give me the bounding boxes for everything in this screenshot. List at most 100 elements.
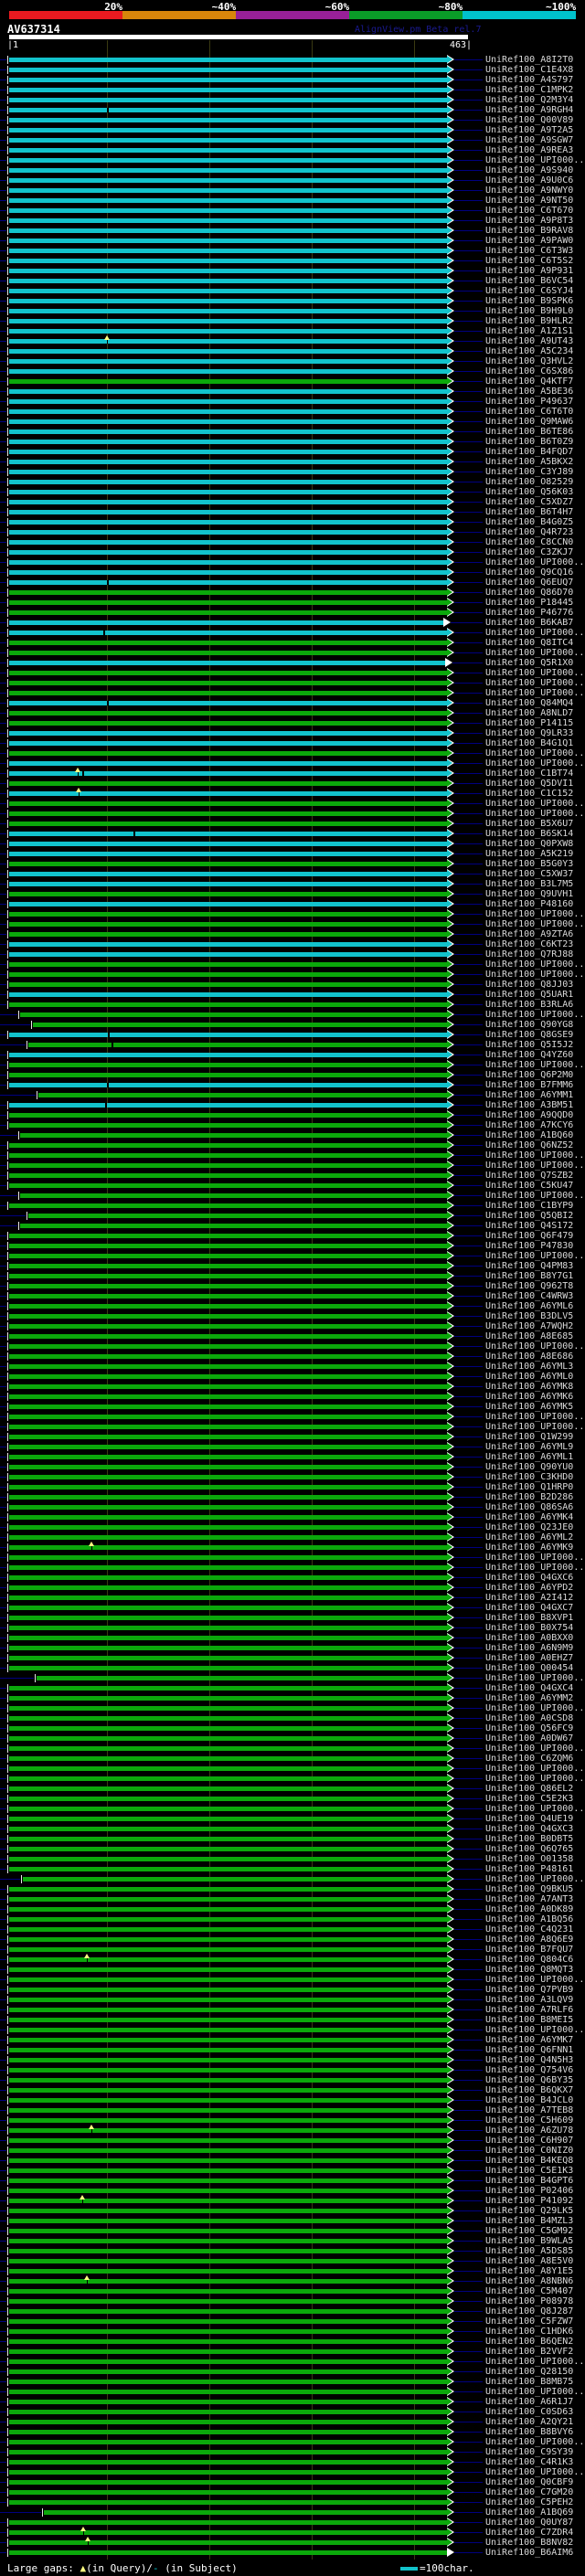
subject-line-right [454, 2170, 483, 2171]
subject-line-left [0, 1678, 34, 1679]
alignment-start-tick [7, 639, 8, 647]
arrow-right-fill [447, 840, 452, 847]
alignment-row: UniRef100_C6KT23 [0, 939, 585, 949]
subject-label: UniRef100_UPI000.. [485, 1060, 584, 1070]
alignment-start-tick [7, 2368, 8, 2376]
subject-line-left [0, 2180, 6, 2181]
alignment-row: UniRef100_A5K219 [0, 849, 585, 859]
subject-line-left [0, 773, 6, 774]
hit-bar [9, 2309, 448, 2314]
hit-bar [9, 1656, 448, 1660]
subject-line-left [0, 1266, 6, 1267]
alignment-row: UniRef100_UPI000.. [0, 1150, 585, 1161]
alignment-row: UniRef100_UPI000.. [0, 2467, 585, 2477]
subject-line-right [454, 1969, 483, 1970]
subject-line-right [454, 904, 483, 905]
subject-line-left [0, 1225, 17, 1226]
subject-line-left [0, 572, 6, 573]
alignment-row: UniRef100_A4S797 [0, 75, 585, 85]
alignment-start-tick [7, 1966, 8, 1974]
alignment-row: UniRef100_A9REA3 [0, 145, 585, 155]
subject-line-right [454, 1276, 483, 1277]
subject-line-left [0, 2331, 6, 2332]
hit-bar [9, 2460, 448, 2465]
subject-label: UniRef100_UPI000.. [485, 1161, 584, 1171]
alignment-start-tick [7, 729, 8, 737]
subject-label: UniRef100_UPI000.. [485, 1422, 584, 1432]
alignment-row: UniRef100_C6H907 [0, 2136, 585, 2146]
alignment-row: UniRef100_C6T3W3 [0, 246, 585, 256]
subject-line-left [0, 421, 6, 422]
subject-label: UniRef100_A0DK89 [485, 1904, 573, 1914]
arrow-right-fill [447, 1513, 452, 1521]
subject-line-left [0, 2251, 6, 2252]
alignment-start-tick [7, 739, 8, 747]
hit-bar [9, 1535, 448, 1540]
arrow-right-fill [447, 237, 452, 244]
alignment-row: UniRef100_Q4GXC6 [0, 1573, 585, 1583]
alignment-start-tick [7, 830, 8, 838]
alignment-row: UniRef100_A8E685 [0, 1331, 585, 1341]
alignment-start-tick [7, 1393, 8, 1401]
arrow-right-fill [447, 1081, 452, 1088]
arrow-right-fill [447, 1212, 452, 1219]
alignment-row: UniRef100_UPI000.. [0, 809, 585, 819]
arrow-right-fill [447, 1292, 452, 1299]
hit-bar [9, 2299, 448, 2304]
subject-line-left [0, 914, 6, 915]
hit-bar [9, 671, 448, 675]
subject-label: UniRef100_A4S797 [485, 75, 573, 85]
arrow-right-fill [447, 317, 452, 324]
subject-line-left [0, 230, 6, 231]
subject-label: UniRef100_A9ZTA6 [485, 929, 573, 939]
alignment-start-tick [7, 448, 8, 456]
subject-line-left [0, 1999, 6, 2000]
subject-label: UniRef100_Q4GXC4 [485, 1683, 573, 1693]
alignment-row: UniRef100_A6YMK8 [0, 1382, 585, 1392]
hit-bar [9, 661, 446, 665]
hit-bar [9, 2078, 448, 2083]
subject-gap-notch [107, 580, 109, 585]
arrow-right-fill [447, 2317, 452, 2325]
hit-bar [9, 1907, 448, 1912]
hit-bar [9, 1897, 448, 1902]
alignment-row: UniRef100_A3BM51 [0, 1100, 585, 1110]
subject-label: UniRef100_Q29LK5 [485, 2206, 573, 2216]
subject-line-left [0, 2512, 41, 2513]
alignment-start-tick [7, 2056, 8, 2064]
subject-line-right [454, 270, 483, 271]
arrow-right-fill [447, 1141, 452, 1149]
alignment-row: UniRef100_B4KEQ8 [0, 2156, 585, 2166]
subject-line-left [0, 602, 6, 603]
alignment-row: UniRef100_Q4S172 [0, 1221, 585, 1231]
large-gaps-label: Large gaps: [7, 2562, 80, 2574]
alignment-row: UniRef100_A8I2T0 [0, 55, 585, 65]
subject-line-left [0, 2552, 6, 2553]
subject-line-right [454, 994, 483, 995]
subject-line-left [0, 1577, 6, 1578]
subject-line-right [454, 431, 483, 432]
alignment-row: UniRef100_B9HLR2 [0, 316, 585, 326]
alignment-start-tick [7, 2348, 8, 2356]
hit-bar [9, 1485, 448, 1489]
alignment-row: UniRef100_P14115 [0, 718, 585, 728]
alignment-start-tick [7, 669, 8, 677]
hit-bar [9, 2008, 448, 2012]
hit-bar [9, 832, 448, 836]
subject-line-left [0, 1185, 6, 1186]
alignment-row: UniRef100_UPI000.. [0, 155, 585, 165]
alignment-row: UniRef100_UPI000.. [0, 1804, 585, 1814]
subject-line-right [454, 964, 483, 965]
alignment-row: UniRef100_B3DLV5 [0, 1311, 585, 1321]
hit-bar [9, 1103, 448, 1108]
arrow-right-fill [447, 1011, 452, 1018]
subject-label: UniRef100_A9P8T3 [485, 216, 573, 226]
subject-line-left [0, 1105, 6, 1106]
hit-bar [9, 1274, 448, 1278]
alignment-start-tick [7, 2418, 8, 2426]
alignment-row: UniRef100_Q5I5J2 [0, 1040, 585, 1050]
alignment-start-tick [7, 1754, 8, 1763]
subject-line-left [0, 1718, 6, 1719]
alignment-start-tick [7, 277, 8, 285]
alignment-row: UniRef100_A8NBN6 [0, 2276, 585, 2286]
